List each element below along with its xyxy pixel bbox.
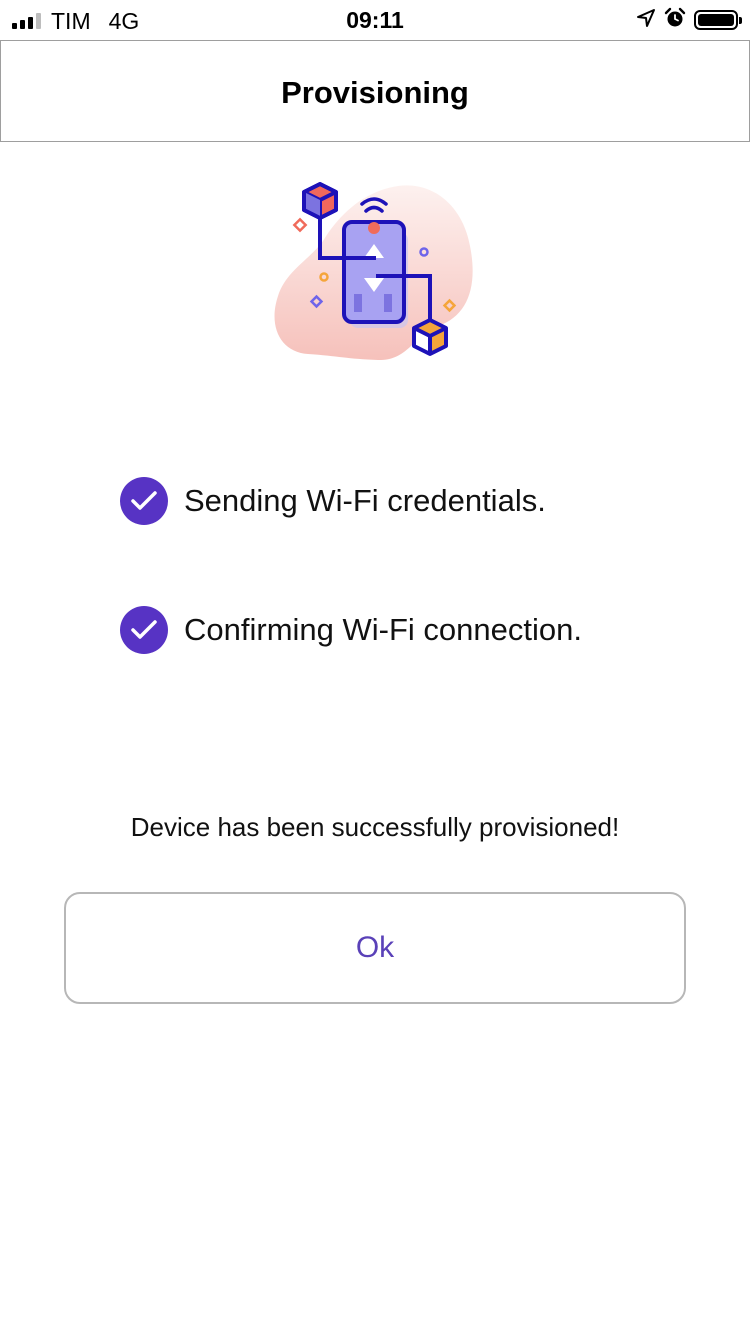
check-circle-icon bbox=[120, 477, 168, 525]
status-bar: TIM 4G 09:11 bbox=[0, 0, 750, 40]
step-sending-credentials: Sending Wi-Fi credentials. bbox=[120, 477, 546, 525]
step-label: Sending Wi-Fi credentials. bbox=[184, 483, 546, 518]
navigation-bar: Provisioning bbox=[0, 40, 750, 142]
step-confirming-connection: Confirming Wi-Fi connection. bbox=[120, 606, 582, 654]
ok-button-label: Ok bbox=[355, 931, 395, 964]
ok-button[interactable]: Ok bbox=[64, 892, 686, 1004]
battery-icon bbox=[694, 10, 742, 30]
check-circle-icon bbox=[120, 606, 168, 654]
status-right bbox=[636, 7, 742, 34]
location-arrow-icon bbox=[636, 8, 656, 33]
provisioning-illustration bbox=[268, 176, 482, 368]
success-message: Device has been successfully provisioned… bbox=[130, 812, 620, 842]
step-label: Confirming Wi-Fi connection. bbox=[184, 612, 582, 647]
alarm-icon bbox=[664, 7, 686, 34]
page-title: Provisioning bbox=[281, 75, 469, 110]
